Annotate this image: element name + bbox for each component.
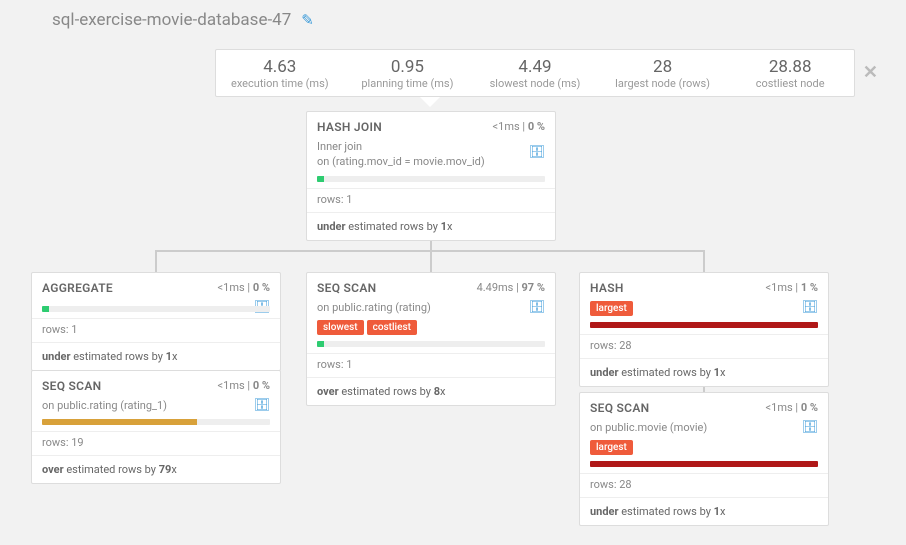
connector <box>430 250 432 272</box>
connector <box>155 250 157 272</box>
node-seqscan-movie[interactable]: SEQ SCAN <1ms | 0 % 🗄 on public.movie (m… <box>579 392 829 526</box>
node-aggregate[interactable]: AGGREGATE <1ms | 0 % 🗄 rows: 1 under est… <box>31 272 281 371</box>
progress-bar <box>317 341 545 347</box>
progress-bar <box>317 176 545 182</box>
node-seqscan-rating1[interactable]: SEQ SCAN <1ms | 0 % 🗄 on public.rating (… <box>31 370 281 484</box>
node-seqscan-rating[interactable]: SEQ SCAN 4.49ms | 97 % 🗄 on public.ratin… <box>306 272 556 406</box>
stat-planning-time: 0.95 planning time (ms) <box>344 53 472 94</box>
close-icon[interactable]: ✕ <box>863 62 878 83</box>
database-icon[interactable]: 🗄 <box>528 300 545 315</box>
badge-slowest: slowest <box>317 320 364 335</box>
connector <box>703 250 705 272</box>
database-icon[interactable]: 🗄 <box>801 300 818 315</box>
database-icon[interactable]: 🗄 <box>528 145 545 160</box>
progress-bar <box>42 306 270 312</box>
stat-largest-node: 28 largest node (rows) <box>599 53 727 94</box>
stat-slowest-node: 4.49 slowest node (ms) <box>471 53 599 94</box>
badge-largest: largest <box>590 301 633 316</box>
database-icon[interactable]: 🗄 <box>801 420 818 435</box>
stats-pointer <box>420 97 440 107</box>
progress-bar <box>42 419 270 425</box>
progress-bar <box>590 461 818 467</box>
progress-bar <box>590 322 818 328</box>
stat-execution-time: 4.63 execution time (ms) <box>216 53 344 94</box>
badge-costliest: costliest <box>367 320 417 335</box>
title-text: sql-exercise-movie-database-47 <box>52 10 291 30</box>
node-hash-join[interactable]: HASH JOIN <1ms | 0 % 🗄 Inner join on (ra… <box>306 111 556 241</box>
stats-bar: 4.63 execution time (ms) 0.95 planning t… <box>215 49 855 97</box>
node-hash[interactable]: HASH <1ms | 1 % 🗄 largest rows: 28 under… <box>579 272 829 387</box>
page-title: sql-exercise-movie-database-47 ✎ <box>52 10 314 30</box>
stat-costliest-node: 28.88 costliest node <box>726 53 854 94</box>
badge-largest: largest <box>590 440 633 455</box>
pencil-icon[interactable]: ✎ <box>301 11 314 29</box>
database-icon[interactable]: 🗄 <box>253 398 270 413</box>
